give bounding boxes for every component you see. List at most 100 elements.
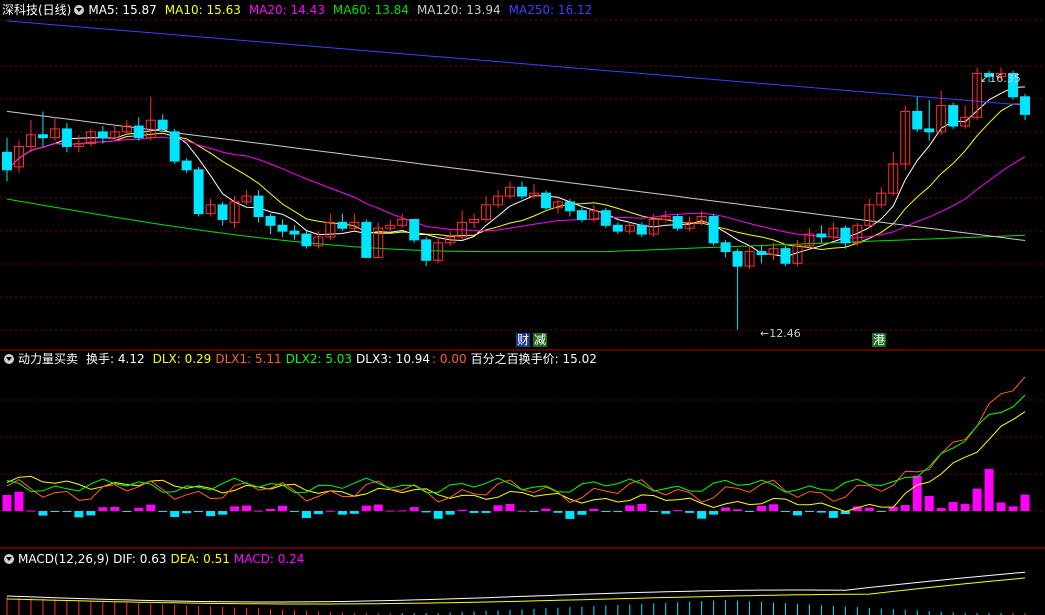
chevron-down-icon[interactable] xyxy=(4,554,14,564)
candle-body xyxy=(756,251,767,255)
power-bar xyxy=(912,475,922,511)
power-bar xyxy=(769,504,779,511)
power-bar xyxy=(804,511,814,512)
power-bar xyxy=(541,508,551,511)
power-title: 动力量买卖 xyxy=(18,352,79,366)
dif-label: DIF: 0.63 xyxy=(113,552,167,566)
power-bar xyxy=(996,502,1006,511)
candle-body xyxy=(421,239,432,261)
power-bar xyxy=(397,510,407,512)
candle-body xyxy=(600,210,611,226)
power-bar xyxy=(577,511,587,515)
candle-body xyxy=(361,221,372,258)
reduce-tag[interactable]: 减 xyxy=(533,333,548,347)
candle-body xyxy=(780,248,791,264)
hk-connect-tag[interactable]: 港 xyxy=(872,333,887,347)
finance-tag[interactable]: 财 xyxy=(516,333,531,347)
power-bar xyxy=(2,495,12,511)
power-bar xyxy=(481,511,491,513)
power-bar xyxy=(194,511,204,512)
dlx1-label: DLX1: 5.11 xyxy=(215,352,282,366)
candle-body xyxy=(265,216,276,226)
power-bar xyxy=(134,507,144,511)
power-bar xyxy=(1008,506,1018,511)
power-bar xyxy=(38,511,48,516)
power-bar xyxy=(277,505,287,511)
power-bar xyxy=(1020,494,1030,511)
main-legend: 深科技(日线) MA5: 15.87 MA10: 15.63 MA20: 14.… xyxy=(0,2,600,18)
candle-body xyxy=(840,227,851,244)
candle-body xyxy=(540,192,551,209)
power-bar xyxy=(924,495,934,511)
turnover-label: 换手: 4.12 xyxy=(86,352,145,366)
high-arrow-icon: ↙ xyxy=(980,72,990,85)
power-bar xyxy=(122,511,132,512)
power-bar xyxy=(86,511,96,516)
hundred-turnover-label: 百分之百换手价: 15.02 xyxy=(470,352,597,366)
power-bar xyxy=(254,510,264,512)
power-bar xyxy=(206,511,216,517)
low-price-label: ←12.46 xyxy=(760,327,801,340)
power-bar xyxy=(98,507,108,511)
candle-body xyxy=(61,128,72,147)
power-legend: 动力量买卖 换手: 4.12 DLX: 0.29 DLX1: 5.11 DLX2… xyxy=(0,351,605,367)
macd-legend: MACD(12,26,9) DIF: 0.63 DEA: 0.51 MACD: … xyxy=(0,551,312,567)
candle-body xyxy=(816,233,827,238)
power-bar xyxy=(373,504,383,511)
power-bar xyxy=(517,510,527,512)
power-bar xyxy=(182,511,192,514)
low-arrow-icon: ← xyxy=(760,327,770,340)
chevron-down-icon[interactable] xyxy=(74,5,85,15)
dlx-label: DLX: 0.29 xyxy=(152,352,212,366)
candle-body xyxy=(636,224,647,235)
candle-body xyxy=(301,233,312,247)
power-bar xyxy=(445,511,455,515)
ma20-line xyxy=(6,136,1026,239)
candle-body xyxy=(672,216,683,229)
power-bar xyxy=(613,511,623,513)
ma5-label: MA5: 15.87 xyxy=(88,3,157,17)
candle-body xyxy=(732,251,743,267)
power-bar xyxy=(409,507,419,511)
power-bar xyxy=(62,511,72,512)
dif-line xyxy=(6,571,1026,603)
power-bar xyxy=(721,507,731,511)
power-bar xyxy=(709,511,719,515)
power-bar xyxy=(553,511,563,513)
high-price-label: ↙16.35 xyxy=(980,72,1021,85)
ma120-label: MA120: 13.94 xyxy=(416,3,501,17)
power-bar xyxy=(757,505,767,511)
macd-title: MACD(12,26,9) xyxy=(18,552,110,566)
power-bar xyxy=(589,508,599,511)
candle-body xyxy=(517,186,527,197)
power-bar xyxy=(74,511,84,518)
candle-body xyxy=(217,204,228,220)
power-bar xyxy=(289,511,299,512)
candle-body xyxy=(337,221,348,229)
power-bar xyxy=(337,511,347,515)
candle-body xyxy=(912,110,923,130)
power-bar xyxy=(972,488,982,511)
dlx1-line xyxy=(6,376,1026,504)
candle-body xyxy=(181,160,192,171)
power-bar xyxy=(313,511,323,515)
candle-body xyxy=(97,131,108,139)
candle-body xyxy=(253,195,264,218)
power-bar xyxy=(325,510,335,512)
dlx2-line xyxy=(6,394,1026,494)
power-bar xyxy=(876,511,886,512)
power-bar xyxy=(230,506,240,511)
ma10-label: MA10: 15.63 xyxy=(164,3,241,17)
power-bar xyxy=(361,505,371,511)
stock-chart-canvas[interactable] xyxy=(0,0,1045,615)
power-bar xyxy=(469,511,479,513)
power-bar xyxy=(673,510,683,512)
power-bar xyxy=(265,508,275,511)
power-bar xyxy=(421,511,431,513)
zero-label: : 0.00 xyxy=(432,352,467,366)
candle-body xyxy=(289,230,300,235)
ma20-label: MA20: 14.43 xyxy=(248,3,325,17)
power-bar xyxy=(601,511,611,512)
chevron-down-icon[interactable] xyxy=(4,354,14,364)
candle-body xyxy=(169,131,180,162)
